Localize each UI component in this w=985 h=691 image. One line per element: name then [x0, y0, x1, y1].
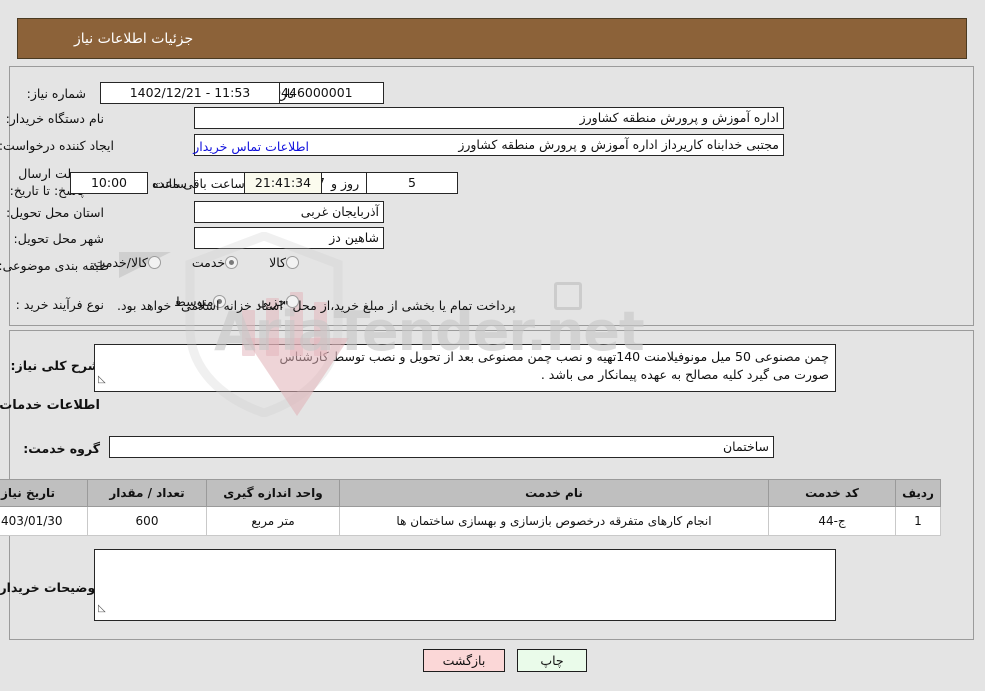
cell-name: انجام کارهای متفرقه درخصوص بازسازی و بهس… — [340, 506, 770, 536]
cell-radif: 1 — [896, 506, 942, 536]
services-table-wrapper: ردیف کد خدمت نام خدمت واحد اندازه گیری ت… — [0, 479, 942, 536]
cell-date: 1403/01/30 — [0, 506, 89, 536]
category-option-label: کالا — [270, 255, 287, 270]
category-radio-group[interactable]: کالا خدمت کالا/خدمت — [68, 255, 305, 270]
table-header-qty: تعداد / مقدار — [88, 479, 208, 507]
need-details-page: جزئیات اطلاعات نیاز شماره نیاز: 11020004… — [0, 0, 985, 691]
remaining-word-label: ساعت باقی مانده — [153, 176, 246, 191]
deadline-time-value: 10:00 — [71, 172, 149, 194]
table-header-radif: ردیف — [896, 479, 942, 507]
cell-code: ج-44 — [769, 506, 897, 536]
table-header-unit: واحد اندازه گیری — [207, 479, 341, 507]
radio-icon[interactable] — [287, 256, 300, 269]
announce-datetime-value: 11:53 - 1402/12/21 — [101, 82, 281, 104]
province-label: استان محل تحویل: — [6, 205, 105, 220]
resize-grip-icon[interactable]: ◺ — [99, 600, 107, 618]
days-remaining-value: 5 — [367, 172, 459, 194]
city-value: شاهین دز — [195, 227, 385, 249]
category-option-label: خدمت — [192, 255, 227, 270]
top-info-panel — [10, 66, 975, 326]
table-header-name: نام خدمت — [340, 479, 770, 507]
description-label: شرح کلی نیاز: — [11, 358, 101, 373]
days-word-label: روز و — [332, 176, 361, 191]
services-table: ردیف کد خدمت نام خدمت واحد اندازه گیری ت… — [0, 479, 942, 536]
buyer-contact-link[interactable]: اطلاعات تماس خریدار — [194, 139, 310, 154]
cell-unit: متر مربع — [207, 506, 341, 536]
buyer-org-value: اداره آموزش و پرورش منطقه کشاورز — [195, 107, 785, 129]
buyer-org-label: نام دستگاه خریدار: — [6, 111, 105, 126]
table-row: 1 ج-44 انجام کارهای متفرقه درخصوص بازساز… — [0, 506, 942, 536]
services-section-heading: اطلاعات خدمات مورد نیاز — [0, 398, 101, 413]
description-line-2: صورت می گیرد کلیه مصالح به عهده پیمانکار… — [541, 367, 830, 382]
service-group-label: گروه خدمت: — [24, 441, 101, 456]
need-number-label: شماره نیاز: — [27, 86, 87, 101]
radio-icon[interactable] — [226, 256, 240, 269]
city-label: شهر محل تحویل: — [14, 231, 105, 246]
buyer-notes-textarea[interactable]: ◺ — [95, 549, 837, 621]
buyer-notes-label: توضیحات خریدار; — [0, 580, 101, 595]
table-header-date: تاریخ نیاز — [0, 479, 89, 507]
table-header-code: کد خدمت — [769, 479, 897, 507]
print-button[interactable]: چاپ — [518, 649, 588, 672]
resize-grip-icon[interactable]: ◺ — [99, 371, 107, 389]
page-title: جزئیات اطلاعات نیاز — [75, 30, 195, 47]
process-note: پرداخت تمام یا بخشی از مبلغ خرید،از محل … — [118, 298, 517, 313]
countdown-timer: 21:41:34 — [245, 172, 323, 194]
category-radio-kala[interactable]: کالا — [270, 255, 305, 270]
back-button[interactable]: بازگشت — [424, 649, 506, 672]
process-label: نوع فرآیند خرید : — [16, 297, 105, 312]
category-option-label: کالا/خدمت — [94, 255, 149, 270]
radio-icon[interactable] — [148, 256, 162, 269]
service-group-value: ساختمان — [110, 436, 775, 458]
cell-qty: 600 — [88, 506, 208, 536]
page-header: جزئیات اطلاعات نیاز — [18, 18, 968, 59]
description-line-1: چمن مصنوعی 50 میل مونوفیلامنت 140تهیه و … — [280, 349, 830, 364]
category-radio-khedmat[interactable]: خدمت — [193, 255, 244, 270]
category-radio-kala-khedmat[interactable]: کالا/خدمت — [94, 255, 166, 270]
table-header-row: ردیف کد خدمت نام خدمت واحد اندازه گیری ت… — [0, 479, 942, 507]
province-value: آذربایجان غربی — [195, 201, 385, 223]
creator-label: ایجاد کننده درخواست: — [0, 138, 115, 153]
description-textarea[interactable]: چمن مصنوعی 50 میل مونوفیلامنت 140تهیه و … — [95, 344, 837, 392]
